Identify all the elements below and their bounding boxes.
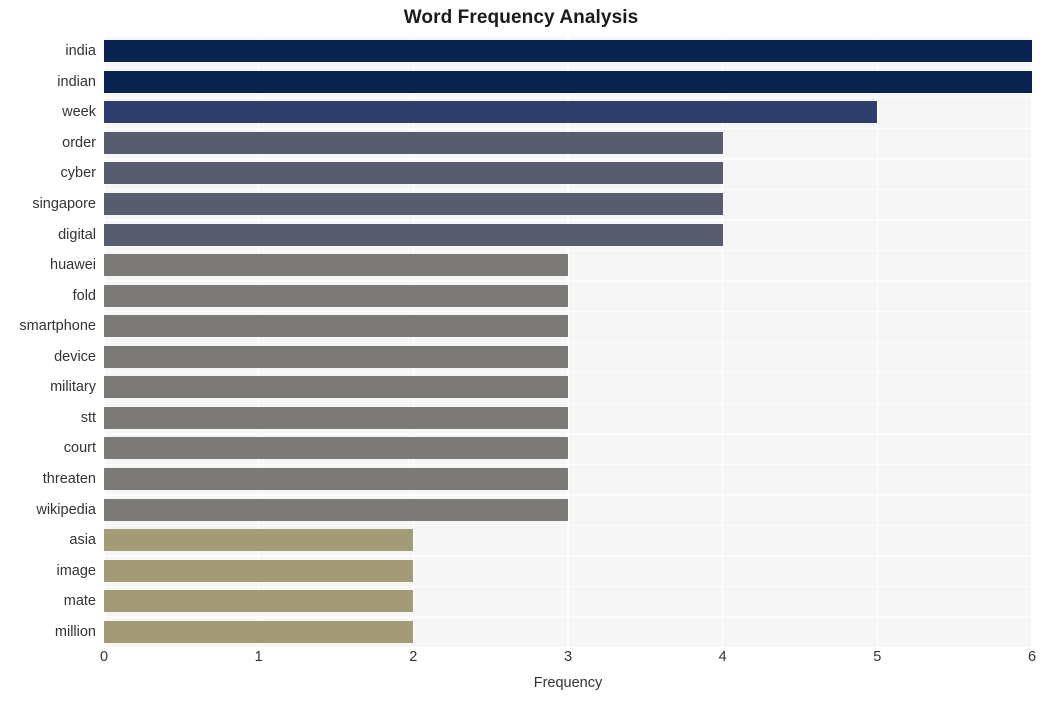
y-axis-tick-labels: india indian week order cyber singapore digita… bbox=[0, 0, 96, 701]
y-axis-tick-label: military bbox=[50, 379, 96, 396]
bar bbox=[104, 498, 568, 521]
bar bbox=[104, 315, 568, 338]
y-axis-tick-label: digital bbox=[58, 226, 96, 243]
x-axis-title: Frequency bbox=[533, 675, 603, 691]
y-axis-tick-label: stt bbox=[80, 409, 96, 426]
x-axis-tick-label: 0 bbox=[99, 649, 109, 665]
bar bbox=[104, 345, 568, 368]
bar bbox=[104, 193, 723, 216]
y-axis-tick-label: indian bbox=[57, 73, 96, 90]
gridline bbox=[1031, 36, 1032, 647]
y-axis-tick-label: india bbox=[65, 43, 96, 60]
y-axis-tick-label: week bbox=[62, 104, 96, 121]
plot-area bbox=[104, 36, 1032, 647]
bar bbox=[104, 376, 568, 399]
y-axis-tick-label: wikipedia bbox=[36, 501, 96, 518]
bar bbox=[104, 559, 414, 582]
bar bbox=[104, 406, 568, 429]
y-axis-tick-label: device bbox=[54, 348, 96, 365]
y-axis-tick-label: smartphone bbox=[19, 318, 96, 335]
y-axis-tick-label: court bbox=[63, 440, 96, 457]
x-axis-tick-label: 4 bbox=[718, 649, 727, 665]
y-axis-tick-label: million bbox=[54, 623, 96, 640]
y-axis-tick-label: asia bbox=[69, 532, 96, 549]
bar bbox=[104, 467, 568, 490]
x-axis-tick-label: 3 bbox=[563, 649, 573, 665]
gridline bbox=[567, 36, 569, 647]
bar bbox=[104, 223, 723, 246]
bar bbox=[104, 437, 568, 460]
x-axis-tick-label: 5 bbox=[873, 649, 882, 665]
gridline bbox=[104, 36, 105, 647]
y-axis-tick-label: image bbox=[56, 562, 97, 579]
x-axis-tick-label: 2 bbox=[409, 649, 418, 665]
chart-title: Word Frequency Analysis bbox=[403, 7, 639, 28]
gridline bbox=[257, 36, 260, 647]
y-axis-tick-label: singapore bbox=[32, 196, 96, 213]
bar bbox=[104, 40, 1032, 63]
gridline bbox=[721, 36, 724, 647]
bar bbox=[104, 101, 878, 124]
y-axis-tick-label: fold bbox=[72, 287, 96, 304]
bar bbox=[104, 620, 414, 643]
y-axis-tick-label: threaten bbox=[42, 470, 96, 487]
gridline bbox=[412, 36, 415, 647]
gridline bbox=[876, 36, 879, 647]
bar bbox=[104, 70, 1032, 93]
bar bbox=[104, 131, 723, 154]
x-axis-tick-label: 6 bbox=[1027, 649, 1037, 665]
y-axis-tick-label: order bbox=[62, 134, 96, 151]
y-axis-tick-label: cyber bbox=[60, 165, 96, 182]
x-axis-tick-labels: 0 1 2 3 4 5 6 bbox=[100, 649, 1036, 672]
bar bbox=[104, 590, 414, 613]
bar bbox=[104, 529, 414, 552]
y-axis-tick-label: huawei bbox=[50, 257, 96, 274]
bar bbox=[104, 284, 568, 307]
y-axis-tick-label: mate bbox=[63, 593, 96, 610]
chart-figure: Word Frequency Analysis india indian week o… bbox=[0, 0, 1042, 701]
x-axis-tick-label: 1 bbox=[254, 649, 263, 665]
bar bbox=[104, 254, 568, 277]
bar bbox=[104, 162, 723, 185]
